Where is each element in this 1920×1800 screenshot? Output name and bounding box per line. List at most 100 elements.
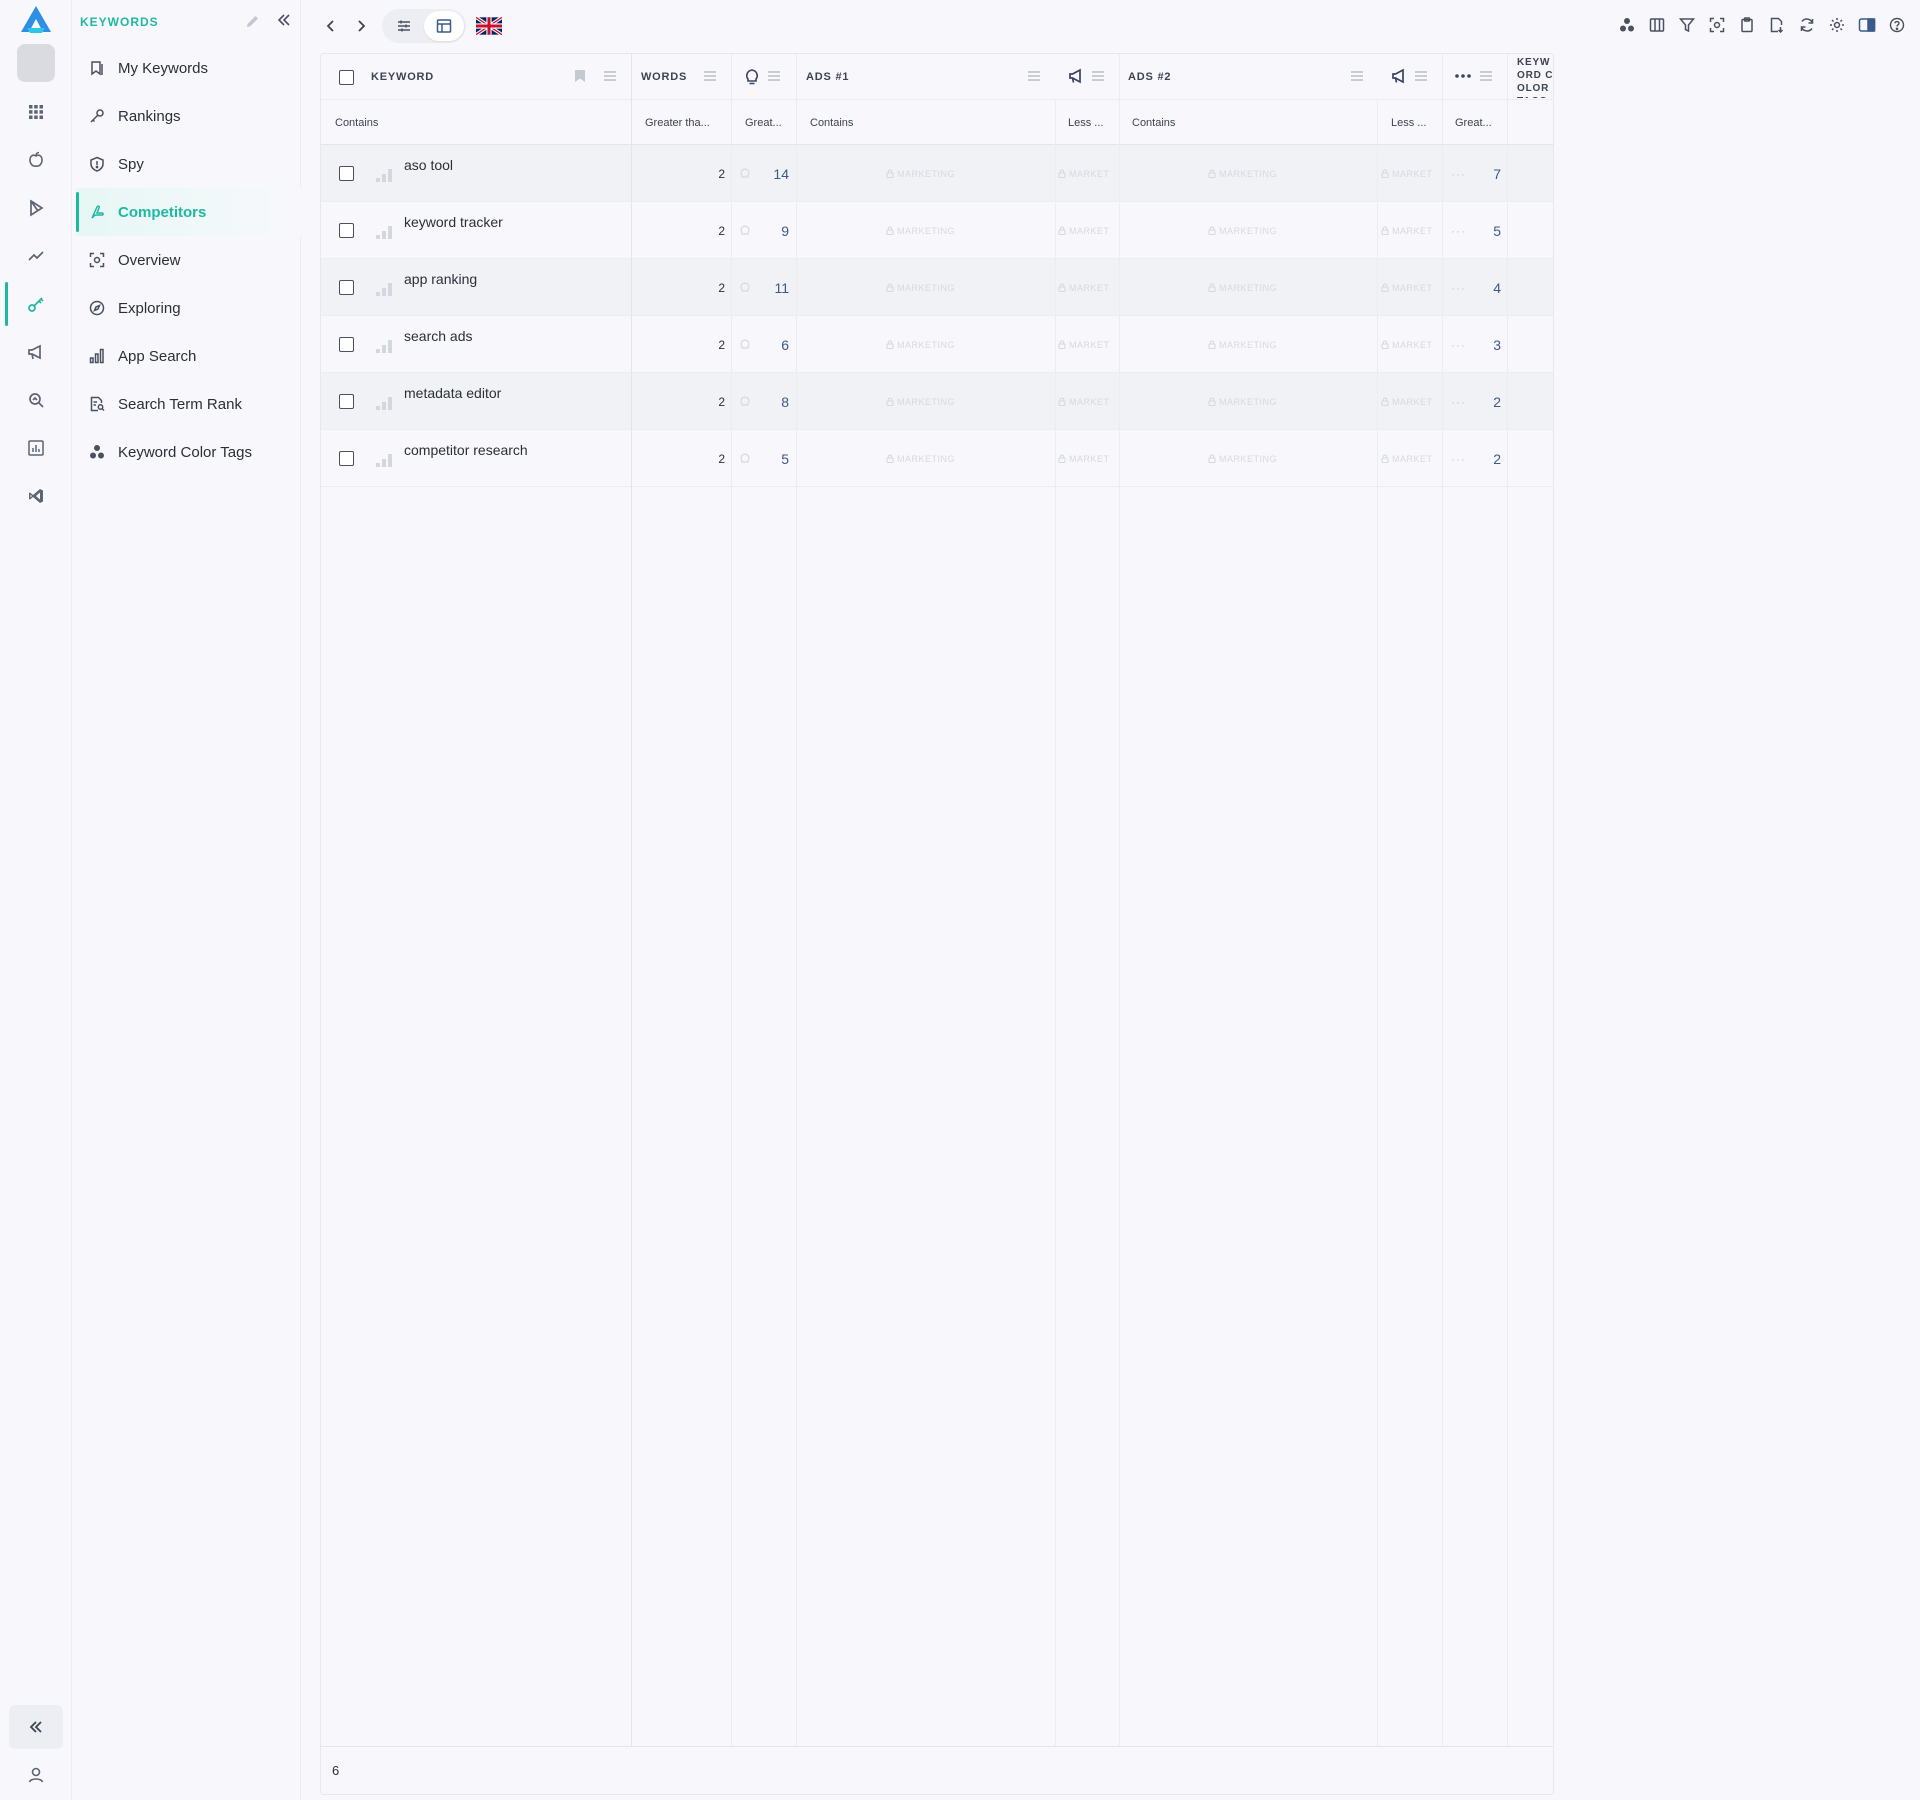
- help-icon[interactable]: [1882, 12, 1912, 38]
- sidebar-item-keyword-color-tags[interactable]: Keyword Color Tags: [76, 428, 301, 476]
- filter-icon[interactable]: [1672, 12, 1702, 38]
- grid-icon[interactable]: [0, 90, 72, 134]
- sidebar-item-app-search[interactable]: App Search: [76, 332, 301, 380]
- apple-icon[interactable]: [0, 138, 72, 182]
- double-chevron-left-icon[interactable]: [276, 12, 292, 28]
- ellipsis-icon[interactable]: ···: [1451, 167, 1466, 181]
- color-tags-icon[interactable]: [1612, 12, 1642, 38]
- table-row[interactable]: app ranking 2 11 MARKETING MARKET MARKETING MA…: [321, 259, 1553, 316]
- keyword-key-icon[interactable]: [0, 282, 72, 326]
- sidebar-item-search-term-rank[interactable]: Search Term Rank: [76, 380, 301, 428]
- lightbulb-icon[interactable]: [745, 68, 759, 86]
- back-button[interactable]: [316, 10, 346, 42]
- column-menu-icon[interactable]: [1414, 70, 1428, 82]
- export-icon[interactable]: [1762, 12, 1792, 38]
- sidebar-item-spy[interactable]: Spy: [76, 140, 301, 188]
- column-menu-icon[interactable]: [603, 70, 617, 82]
- filter-popularity[interactable]: Great...: [745, 100, 782, 145]
- checkbox[interactable]: [339, 69, 354, 85]
- megaphone-icon[interactable]: [0, 330, 72, 374]
- column-menu-icon[interactable]: [1027, 70, 1041, 82]
- table-row[interactable]: metadata editor 2 8 MARKETING MARKET MARKETIN…: [321, 373, 1553, 430]
- ellipsis-icon[interactable]: ···: [1451, 224, 1466, 238]
- column-menu-icon[interactable]: [1479, 70, 1493, 82]
- filter-ads-1-small[interactable]: Less ...: [1068, 100, 1103, 145]
- checkbox[interactable]: [339, 337, 354, 352]
- keyword-text[interactable]: search ads: [404, 328, 472, 344]
- bookmark-icon[interactable]: [574, 69, 586, 83]
- row-checkbox[interactable]: [339, 145, 354, 202]
- pencil-icon[interactable]: [246, 14, 260, 28]
- settings-icon[interactable]: [1822, 12, 1852, 38]
- filters-view-button[interactable]: [384, 11, 424, 41]
- sidebar-item-label: Rankings: [118, 107, 181, 125]
- filter-ads-1[interactable]: Contains: [810, 100, 853, 145]
- checkbox[interactable]: [339, 280, 354, 295]
- user-icon[interactable]: [0, 1755, 72, 1795]
- vs-code-icon[interactable]: [0, 474, 72, 518]
- checkbox[interactable]: [339, 394, 354, 409]
- megaphone-icon[interactable]: [1391, 68, 1407, 84]
- selected-app-thumbnail[interactable]: [17, 44, 55, 82]
- header-keyword[interactable]: KEYWORD: [371, 54, 434, 100]
- filter-ads-2-small[interactable]: Less ...: [1391, 100, 1426, 145]
- row-checkbox[interactable]: [339, 430, 354, 487]
- report-icon[interactable]: [0, 426, 72, 470]
- refresh-icon[interactable]: [1792, 12, 1822, 38]
- ellipsis-icon[interactable]: ···: [1451, 452, 1466, 466]
- header-keyword-color-tags[interactable]: KEYWORD COLOR TAGS: [1517, 56, 1553, 98]
- checkbox[interactable]: [339, 223, 354, 238]
- row-checkbox[interactable]: [339, 316, 354, 373]
- sidebar-item-my-keywords[interactable]: My Keywords: [76, 44, 301, 92]
- table-row[interactable]: aso tool 2 14 MARKETING MARKET MARKETING MARKE…: [321, 145, 1553, 202]
- keyword-text[interactable]: aso tool: [404, 157, 453, 173]
- ellipsis-icon[interactable]: ···: [1451, 338, 1466, 352]
- sidebar-item-overview[interactable]: Overview: [76, 236, 301, 284]
- header-ads-1[interactable]: ADS #1: [806, 54, 849, 100]
- trend-icon[interactable]: [0, 234, 72, 278]
- app-logo[interactable]: [18, 4, 54, 36]
- table-view-button[interactable]: [424, 11, 464, 41]
- uk-flag-icon[interactable]: [476, 17, 502, 35]
- focus-icon[interactable]: [1702, 12, 1732, 38]
- column-menu-icon[interactable]: [767, 70, 781, 82]
- ellipsis-icon[interactable]: ···: [1451, 281, 1466, 295]
- row-checkbox[interactable]: [339, 373, 354, 430]
- keyword-text[interactable]: keyword tracker: [404, 214, 503, 230]
- row-checkbox[interactable]: [339, 202, 354, 259]
- filter-more[interactable]: Great...: [1455, 100, 1492, 145]
- forward-button[interactable]: [346, 10, 376, 42]
- sidebar-item-rankings[interactable]: Rankings: [76, 92, 301, 140]
- filter-keyword[interactable]: Contains: [335, 100, 378, 145]
- checkbox[interactable]: [339, 451, 354, 466]
- row-checkbox[interactable]: [339, 259, 354, 316]
- panel-icon[interactable]: [1852, 12, 1882, 38]
- bar-chart-icon: [88, 347, 106, 365]
- ellipsis-icon[interactable]: ···: [1451, 395, 1466, 409]
- header-ads-2[interactable]: ADS #2: [1128, 54, 1171, 100]
- locked-ads-1-small: MARKET: [1058, 283, 1110, 293]
- clipboard-icon[interactable]: [1732, 12, 1762, 38]
- megaphone-icon[interactable]: [1068, 68, 1084, 84]
- column-menu-icon[interactable]: [703, 70, 717, 82]
- checkbox[interactable]: [339, 166, 354, 181]
- sidebar-item-competitors[interactable]: Competitors: [76, 188, 301, 236]
- sidebar-item-exploring[interactable]: Exploring: [76, 284, 301, 332]
- select-all-checkbox[interactable]: [339, 54, 354, 100]
- header-words[interactable]: WORDS: [641, 54, 687, 100]
- filter-words[interactable]: Greater tha...: [645, 100, 710, 145]
- keyword-text[interactable]: metadata editor: [404, 385, 501, 401]
- table-row[interactable]: search ads 2 6 MARKETING MARKET MARKETING MARK…: [321, 316, 1553, 373]
- filter-ads-2[interactable]: Contains: [1132, 100, 1175, 145]
- table-row[interactable]: keyword tracker 2 9 MARKETING MARKET MARKETIN…: [321, 202, 1553, 259]
- play-icon[interactable]: [0, 186, 72, 230]
- collapse-rail-button[interactable]: [9, 1705, 63, 1749]
- more-icon[interactable]: [1455, 74, 1471, 78]
- column-menu-icon[interactable]: [1350, 70, 1364, 82]
- keyword-text[interactable]: competitor research: [404, 442, 528, 458]
- table-row[interactable]: competitor research 2 5 MARKETING MARKET MARK…: [321, 430, 1553, 487]
- column-menu-icon[interactable]: [1091, 70, 1105, 82]
- search-analytics-icon[interactable]: [0, 378, 72, 422]
- columns-icon[interactable]: [1642, 12, 1672, 38]
- keyword-text[interactable]: app ranking: [404, 271, 477, 287]
